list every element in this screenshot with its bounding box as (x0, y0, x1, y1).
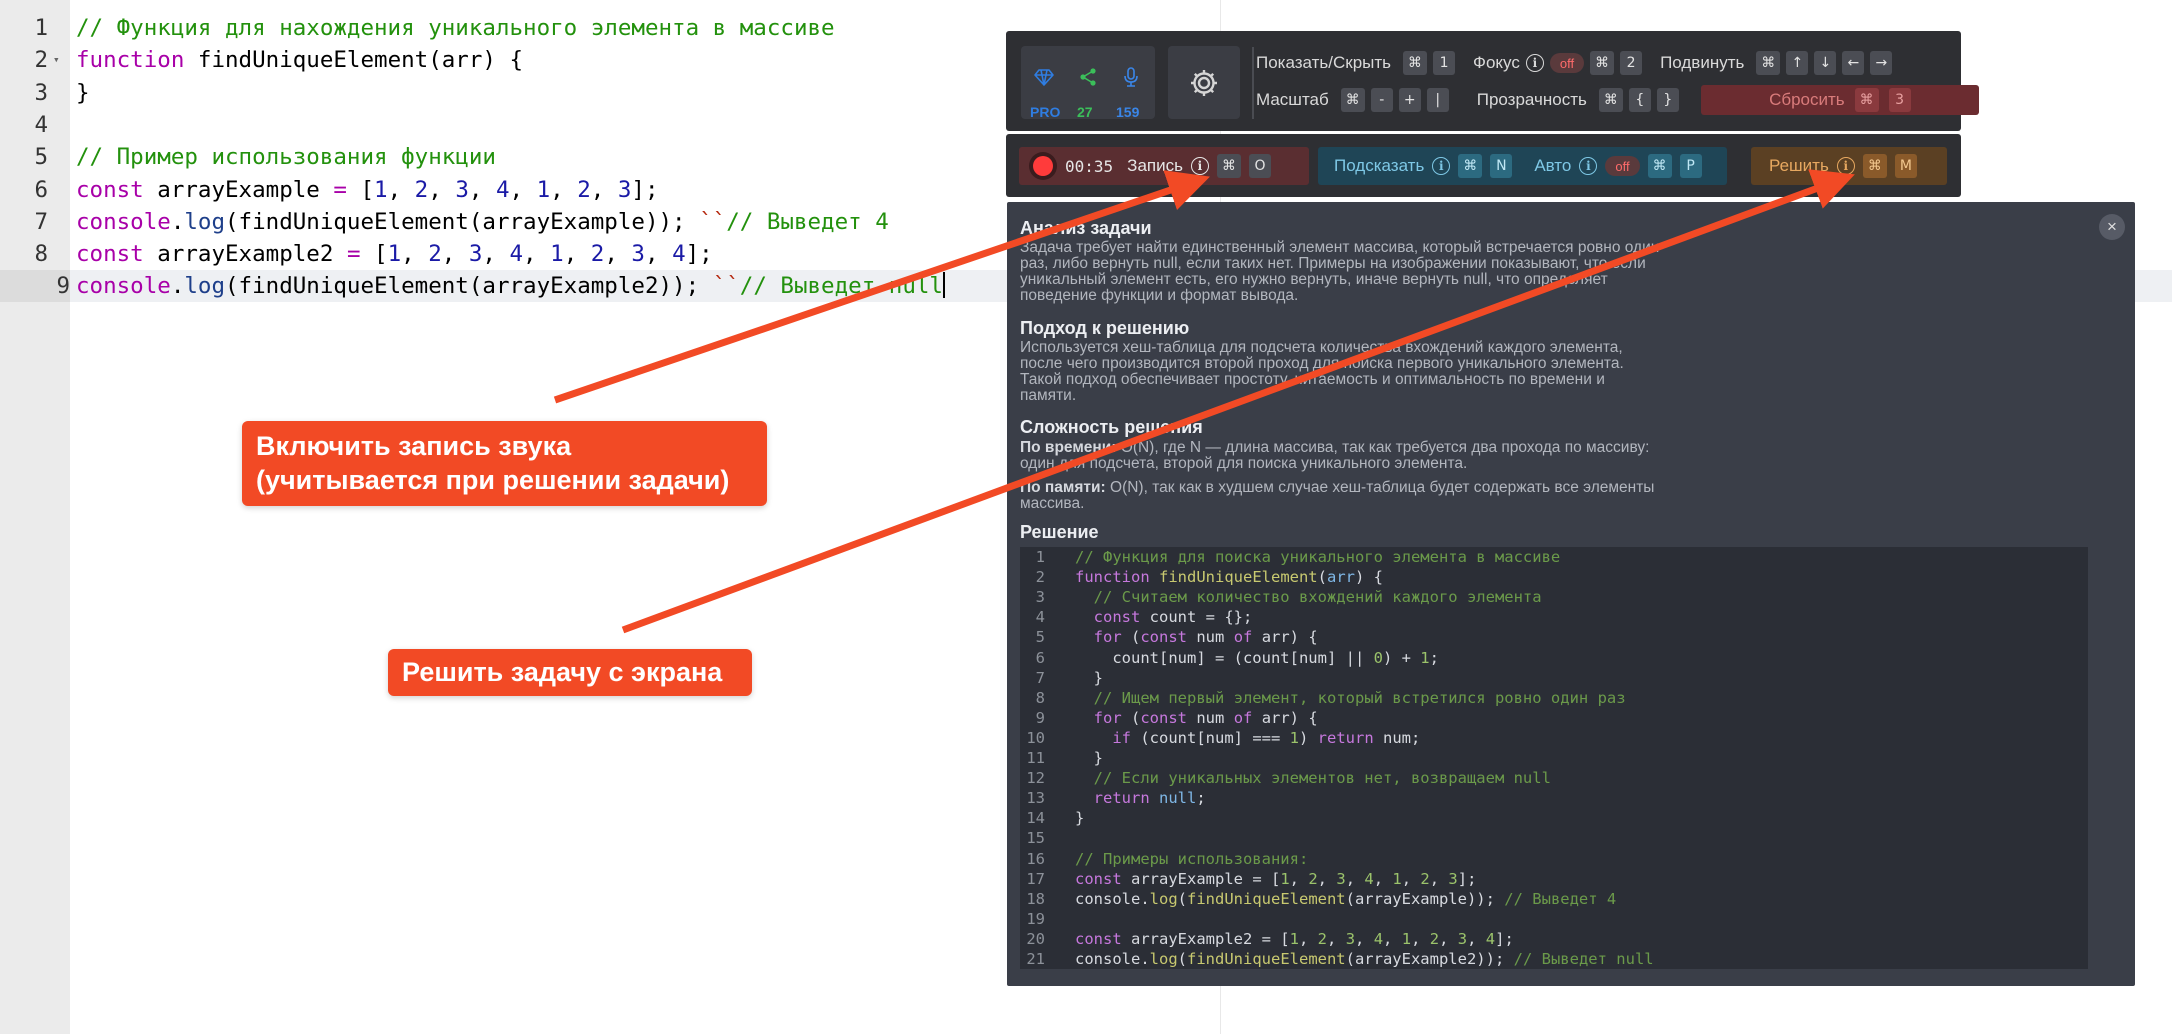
callout-solve: Решить задачу с экрана (388, 649, 752, 696)
annotation-arrows (553, 169, 1855, 634)
arrow-to-solve (621, 169, 1855, 634)
arrow-to-record (553, 170, 1210, 404)
callout-record: Включить запись звука (учитывается при р… (242, 421, 767, 506)
